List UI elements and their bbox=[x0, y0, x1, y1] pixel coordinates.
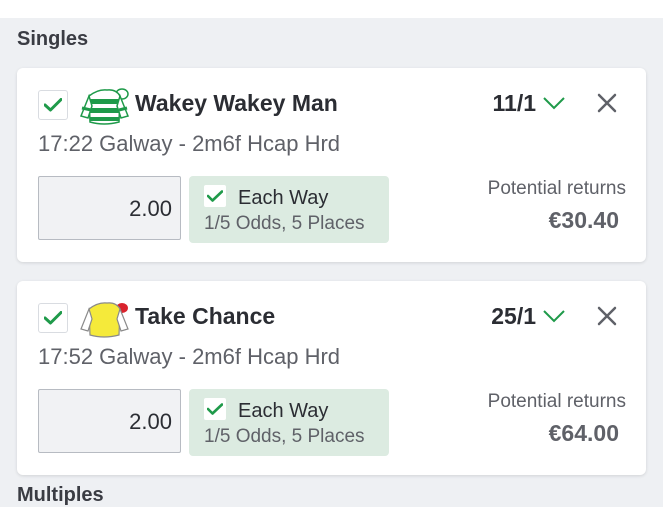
each-way-terms: 1/5 Odds, 5 Places bbox=[204, 213, 365, 234]
checkmark-icon bbox=[207, 403, 223, 415]
checkmark-icon bbox=[44, 311, 62, 325]
section-title-multiples: Multiples bbox=[17, 484, 104, 506]
race-info: 17:52 Galway - 2m6f Hcap Hrd bbox=[38, 344, 341, 369]
stake-input[interactable]: 2.00 bbox=[38, 389, 181, 453]
each-way-checkbox[interactable] bbox=[204, 398, 226, 420]
close-icon[interactable] bbox=[597, 306, 617, 326]
each-way-label: Each Way bbox=[238, 400, 329, 422]
each-way-toggle[interactable]: Each Way 1/5 Odds, 5 Places bbox=[189, 176, 389, 243]
odds-value[interactable]: 25/1 bbox=[491, 303, 536, 330]
section-title-singles: Singles bbox=[17, 28, 89, 50]
horse-name: Take Chance bbox=[135, 303, 276, 329]
checkmark-icon bbox=[207, 190, 223, 202]
checkmark-icon bbox=[44, 98, 62, 112]
potential-returns-label: Potential returns bbox=[487, 178, 626, 199]
bet-card: Take Chance 25/1 17:52 Galway - 2m6f Hca… bbox=[17, 281, 646, 475]
potential-returns-value: €30.40 bbox=[548, 207, 619, 233]
jockey-silk-green-white-hoops-icon bbox=[79, 88, 129, 125]
jockey-silk-yellow-red-cap-icon bbox=[80, 302, 129, 338]
each-way-checkbox[interactable] bbox=[204, 185, 226, 207]
each-way-toggle[interactable]: Each Way 1/5 Odds, 5 Places bbox=[189, 389, 389, 456]
stake-value: 2.00 bbox=[129, 409, 172, 434]
top-strip bbox=[0, 0, 663, 18]
horse-name: Wakey Wakey Man bbox=[135, 90, 338, 116]
close-icon[interactable] bbox=[597, 93, 617, 113]
race-info: 17:22 Galway - 2m6f Hcap Hrd bbox=[38, 131, 341, 156]
chevron-down-icon[interactable] bbox=[542, 96, 566, 110]
chevron-down-icon[interactable] bbox=[542, 309, 566, 323]
each-way-label: Each Way bbox=[238, 187, 329, 209]
selection-checkbox[interactable] bbox=[38, 90, 68, 120]
odds-value[interactable]: 11/1 bbox=[493, 90, 537, 117]
stake-input[interactable]: 2.00 bbox=[38, 176, 181, 240]
selection-checkbox[interactable] bbox=[38, 303, 68, 333]
potential-returns-value: €64.00 bbox=[548, 420, 619, 446]
stake-value: 2.00 bbox=[129, 196, 172, 221]
bet-card: Wakey Wakey Man 11/1 17:22 Galway - 2m6f… bbox=[17, 68, 646, 262]
potential-returns-label: Potential returns bbox=[487, 391, 626, 412]
each-way-terms: 1/5 Odds, 5 Places bbox=[204, 426, 365, 447]
